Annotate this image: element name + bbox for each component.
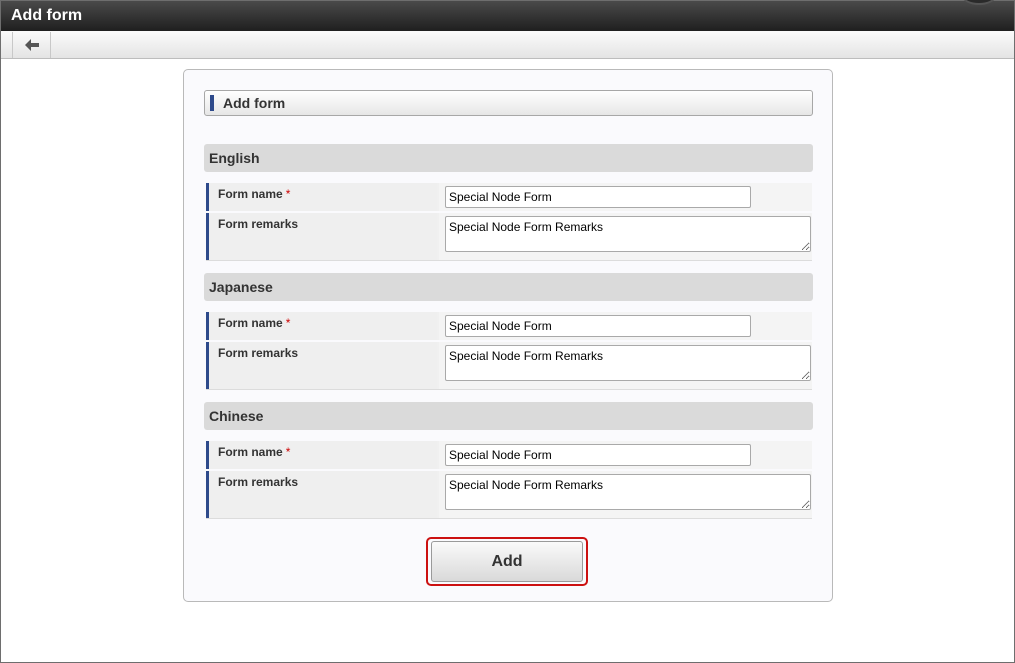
form-name-input-japanese[interactable] bbox=[445, 315, 751, 337]
section-heading-japanese: Japanese bbox=[204, 273, 813, 301]
form-remarks-textarea-english[interactable]: Special Node Form Remarks bbox=[445, 216, 811, 252]
form-remarks-textarea-japanese[interactable]: Special Node Form Remarks bbox=[445, 345, 811, 381]
divider bbox=[206, 389, 812, 390]
form-remarks-row-english: Form remarks Special Node Form Remarks bbox=[206, 213, 812, 260]
add-form-panel: Add form English Form name* Form remarks… bbox=[183, 69, 833, 602]
form-name-label: Form name * bbox=[218, 187, 291, 201]
form-name-row-japanese: Form name * bbox=[206, 312, 812, 340]
window-corner-icon bbox=[962, 0, 996, 5]
panel-title: Add form bbox=[223, 95, 286, 111]
arrow-left-icon bbox=[24, 39, 39, 51]
app-window: Add form Add form English Form name* For bbox=[0, 0, 1015, 663]
divider bbox=[206, 518, 812, 519]
section-heading-english: English bbox=[204, 144, 813, 172]
back-button[interactable] bbox=[12, 32, 51, 58]
section-heading-chinese: Chinese bbox=[204, 402, 813, 430]
add-button[interactable]: Add bbox=[431, 541, 583, 582]
required-mark: * bbox=[285, 445, 291, 459]
form-name-row-chinese: Form name * bbox=[206, 441, 812, 469]
form-remarks-label: Form remarks bbox=[218, 346, 299, 360]
required-mark: * bbox=[285, 187, 291, 201]
window-titlebar: Add form bbox=[1, 0, 1014, 31]
panel-header: Add form bbox=[204, 90, 813, 116]
window-title: Add form bbox=[11, 7, 83, 24]
divider bbox=[206, 260, 812, 261]
panel-header-accent bbox=[210, 95, 214, 111]
form-name-input-chinese[interactable] bbox=[445, 444, 751, 466]
form-remarks-label: Form remarks bbox=[218, 217, 299, 231]
form-remarks-row-japanese: Form remarks Special Node Form Remarks bbox=[206, 342, 812, 389]
form-name-label: Form name * bbox=[218, 316, 291, 330]
form-name-label: Form name * bbox=[218, 445, 291, 459]
form-remarks-textarea-chinese[interactable]: Special Node Form Remarks bbox=[445, 474, 811, 510]
toolbar bbox=[1, 31, 1014, 59]
required-mark: * bbox=[285, 316, 291, 330]
form-name-input-english[interactable] bbox=[445, 186, 751, 208]
form-name-row-english: Form name * bbox=[206, 183, 812, 211]
form-remarks-label: Form remarks bbox=[218, 475, 299, 489]
form-remarks-row-chinese: Form remarks Special Node Form Remarks bbox=[206, 471, 812, 518]
